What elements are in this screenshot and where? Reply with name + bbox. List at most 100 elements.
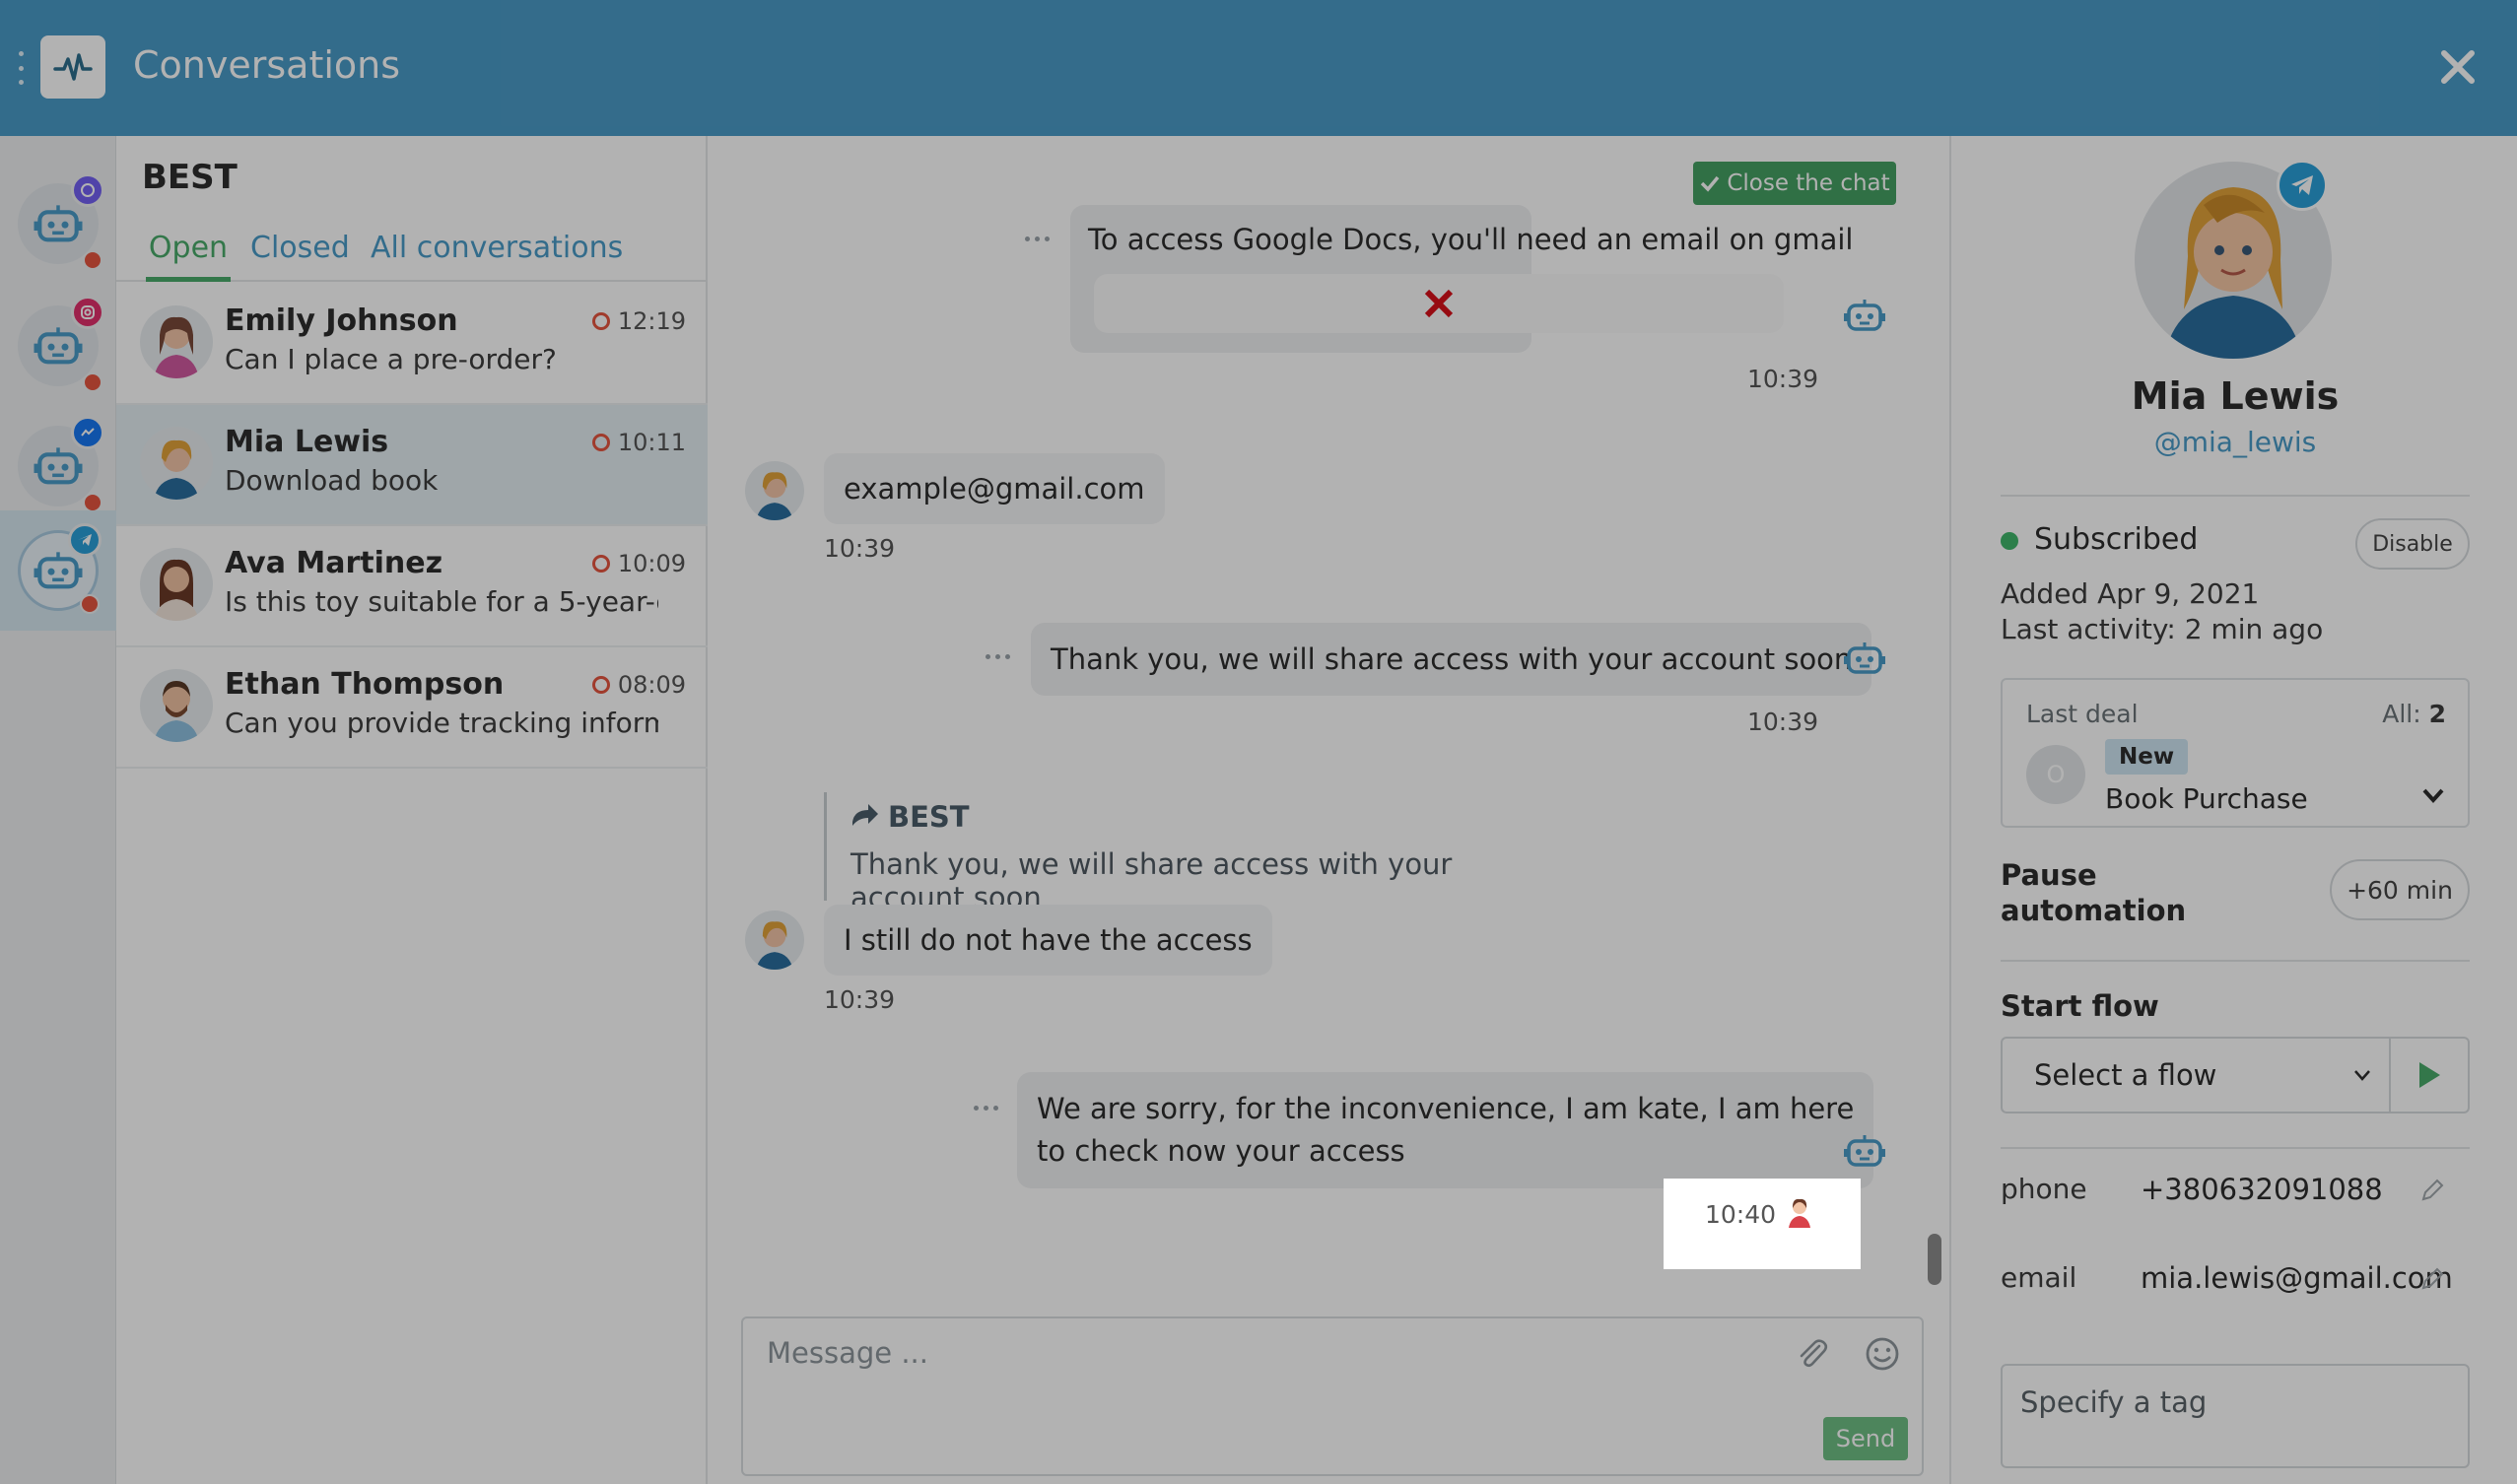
conversation-item[interactable]: Ava Martinez Is this toy suitable for a … <box>116 526 708 647</box>
last-activity: Last activity: 2 min ago <box>2001 613 2324 645</box>
avatar <box>745 911 804 970</box>
message-menu-icon[interactable] <box>1025 236 1050 241</box>
tab-all-conversations[interactable]: All conversations <box>371 219 623 282</box>
bot-avatar <box>18 523 102 614</box>
avatar <box>140 427 213 500</box>
app-logo <box>40 35 105 99</box>
telegram-icon <box>68 523 102 557</box>
conversation-time: 12:19 <box>591 307 686 335</box>
channel-telegram[interactable] <box>0 510 116 631</box>
message-time: 10:40 <box>1705 1200 1777 1229</box>
phone-label: phone <box>2001 1173 2087 1205</box>
pending-ring-icon <box>591 676 610 694</box>
subscription-status: Subscribed <box>2034 522 2199 557</box>
edit-pencil-icon[interactable] <box>2418 1265 2446 1293</box>
channel-instagram[interactable] <box>0 286 116 406</box>
tab-closed[interactable]: Closed <box>250 219 350 282</box>
message-bubble: I still do not have the access <box>824 905 1272 976</box>
message-time: 10:39 <box>824 985 896 1014</box>
close-chat-button[interactable]: Close the chat <box>1693 162 1896 205</box>
conversation-item[interactable]: Ethan Thompson Can you provide tracking … <box>116 647 708 769</box>
message-time: 10:39 <box>824 534 896 563</box>
deal-count: All: 2 <box>2382 700 2446 728</box>
profile-name: Mia Lewis <box>2131 374 2340 418</box>
channel-messenger[interactable] <box>0 406 116 526</box>
pending-ring-icon <box>591 555 610 573</box>
reply-arrow-icon <box>852 804 878 826</box>
message-text: example@gmail.com <box>844 472 1145 506</box>
offline-dot <box>83 493 102 512</box>
bot-icon <box>34 447 83 485</box>
contact-name: Ava Martinez <box>225 546 443 580</box>
attach-icon[interactable] <box>1794 1336 1831 1374</box>
divider <box>2001 495 2470 497</box>
quote-header: BEST <box>850 800 1514 834</box>
broken-image-icon <box>1424 289 1454 318</box>
conversation-item[interactable]: Mia Lewis Download book 10:11 <box>116 405 708 526</box>
email-value: mia.lewis@gmail.com <box>2141 1261 2453 1295</box>
tab-open[interactable]: Open <box>146 219 231 282</box>
message-time: 10:39 <box>1747 708 1819 736</box>
divider <box>2001 960 2470 962</box>
quote-author: BEST <box>888 800 970 834</box>
last-deal-label: Last deal <box>2026 700 2139 728</box>
edit-pencil-icon[interactable] <box>2418 1177 2446 1204</box>
deal-owner-avatar: O <box>2026 745 2085 804</box>
message-bubble: example@gmail.com <box>824 453 1165 524</box>
app-header: Conversations <box>0 0 2517 136</box>
message-preview: Can I place a pre-order? <box>225 343 557 375</box>
deal-name: Book Purchase <box>2105 782 2308 815</box>
message-composer[interactable]: Message ... Send <box>741 1316 1924 1476</box>
offline-dot <box>80 594 100 614</box>
deal-status-badge: New <box>2105 739 2189 775</box>
message-text: We are sorry, for the inconvenience, I a… <box>1037 1092 1855 1125</box>
divider <box>2001 1147 2470 1149</box>
instagram-icon <box>71 296 104 329</box>
pause-60-min-button[interactable]: +60 min <box>2330 859 2470 920</box>
tag-input[interactable]: Specify a tag <box>2001 1364 2470 1468</box>
profile-handle[interactable]: @mia_lewis <box>1951 426 2517 458</box>
offline-dot <box>83 372 102 392</box>
close-icon[interactable] <box>2428 37 2487 97</box>
operator-avatar-icon <box>1789 1198 1810 1228</box>
emoji-icon[interactable] <box>1863 1334 1902 1374</box>
email-label: email <box>2001 1261 2077 1294</box>
contact-name: Ethan Thompson <box>225 667 505 702</box>
avatar <box>140 669 213 742</box>
conversation-time: 10:09 <box>591 550 686 577</box>
last-deal-card[interactable]: Last deal All: 2 O New Book Purchase <box>2001 678 2470 828</box>
offline-dot <box>83 250 102 270</box>
start-flow-label: Start flow <box>2001 989 2159 1023</box>
close-chat-label: Close the chat <box>1727 170 1890 196</box>
conversation-item[interactable]: Emily Johnson Can I place a pre-order? 1… <box>116 284 708 405</box>
channel-viber[interactable] <box>0 164 116 284</box>
start-flow-button[interactable] <box>2391 1037 2470 1113</box>
highlighted-message-time: 10:40 <box>1664 1179 1861 1269</box>
chat-scrollbar[interactable] <box>1928 1234 1941 1285</box>
send-button[interactable]: Send <box>1823 1417 1908 1460</box>
message-input-placeholder: Message ... <box>767 1336 928 1370</box>
avatar <box>140 305 213 378</box>
bot-avatar <box>18 173 104 270</box>
check-icon <box>1701 175 1720 192</box>
conversation-time: 08:09 <box>591 671 686 699</box>
contact-name: Emily Johnson <box>225 304 458 338</box>
message-menu-icon[interactable] <box>986 654 1010 659</box>
chat-area: Close the chat To access Google Docs, yo… <box>710 136 1949 1484</box>
message-text: I still do not have the access <box>844 923 1253 957</box>
bot-icon <box>1844 1135 1885 1167</box>
bot-icon <box>1844 300 1885 331</box>
message-text: To access Google Docs, you'll need an em… <box>1088 223 1854 256</box>
bot-icon <box>34 327 83 365</box>
pulse-icon <box>53 53 93 81</box>
chevron-down-icon[interactable] <box>2420 782 2446 808</box>
bot-icon <box>1844 642 1885 674</box>
app-title: Conversations <box>133 43 401 87</box>
conversation-list: BEST Open Closed All conversations Emily… <box>116 136 708 1484</box>
flow-select[interactable]: Select a flow <box>2001 1037 2391 1113</box>
disable-button[interactable]: Disable <box>2355 518 2470 570</box>
message-menu-icon[interactable] <box>974 1106 998 1111</box>
bot-avatar <box>18 416 104 512</box>
more-menu-icon[interactable] <box>14 51 28 85</box>
avatar <box>745 461 804 520</box>
